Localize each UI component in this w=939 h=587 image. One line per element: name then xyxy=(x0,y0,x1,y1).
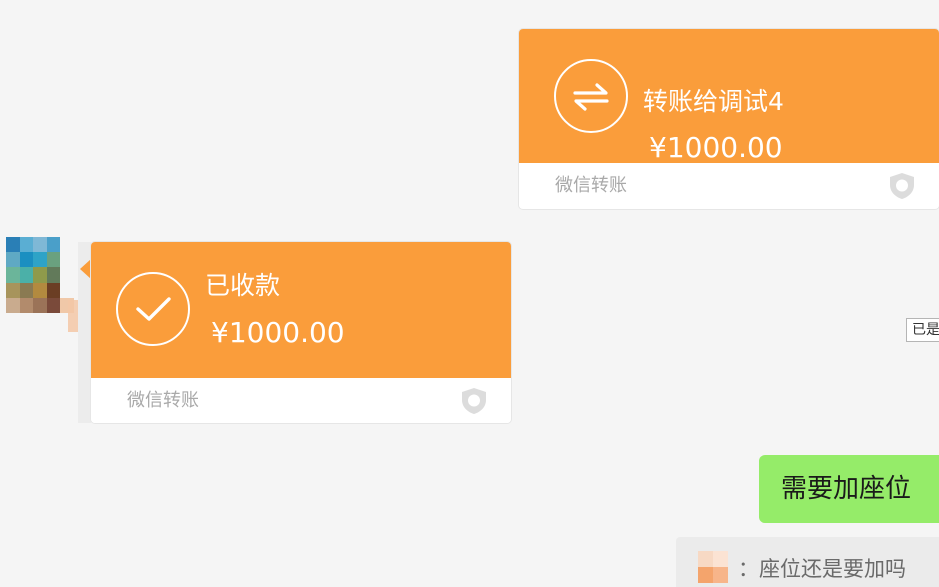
shield-icon xyxy=(887,171,917,201)
sent-transfer-card[interactable]: 转账给调试4 ¥1000.00 微信转账 xyxy=(519,29,939,209)
edge-tag: 已是 xyxy=(906,318,939,342)
text-message-bubble[interactable]: 需要加座位 xyxy=(759,455,939,523)
received-transfer-footer: 微信转账 xyxy=(91,378,511,423)
sent-transfer-footer-label: 微信转账 xyxy=(555,175,627,196)
sent-transfer-header: 转账给调试4 ¥1000.00 xyxy=(519,29,939,164)
shield-icon xyxy=(459,386,489,416)
sent-transfer-footer: 微信转账 xyxy=(519,163,939,208)
avatar[interactable] xyxy=(6,237,74,313)
received-transfer-amount: ¥1000.00 xyxy=(211,316,345,349)
sent-transfer-amount: ¥1000.00 xyxy=(649,131,783,164)
received-transfer-title: 已收款 xyxy=(205,271,281,300)
check-circle-icon xyxy=(116,272,190,346)
received-transfer-footer-label: 微信转账 xyxy=(127,390,199,411)
transfer-arrows-icon xyxy=(554,59,628,133)
received-transfer-header: 已收款 ¥1000.00 xyxy=(91,242,511,378)
received-transfer-tail xyxy=(80,259,91,279)
received-transfer-card[interactable]: 已收款 ¥1000.00 微信转账 xyxy=(91,242,511,423)
sent-transfer-title: 转账给调试4 xyxy=(643,87,784,116)
quote-avatar xyxy=(698,551,728,583)
quoted-message-text: ：座位还是要加吗 xyxy=(738,557,906,581)
